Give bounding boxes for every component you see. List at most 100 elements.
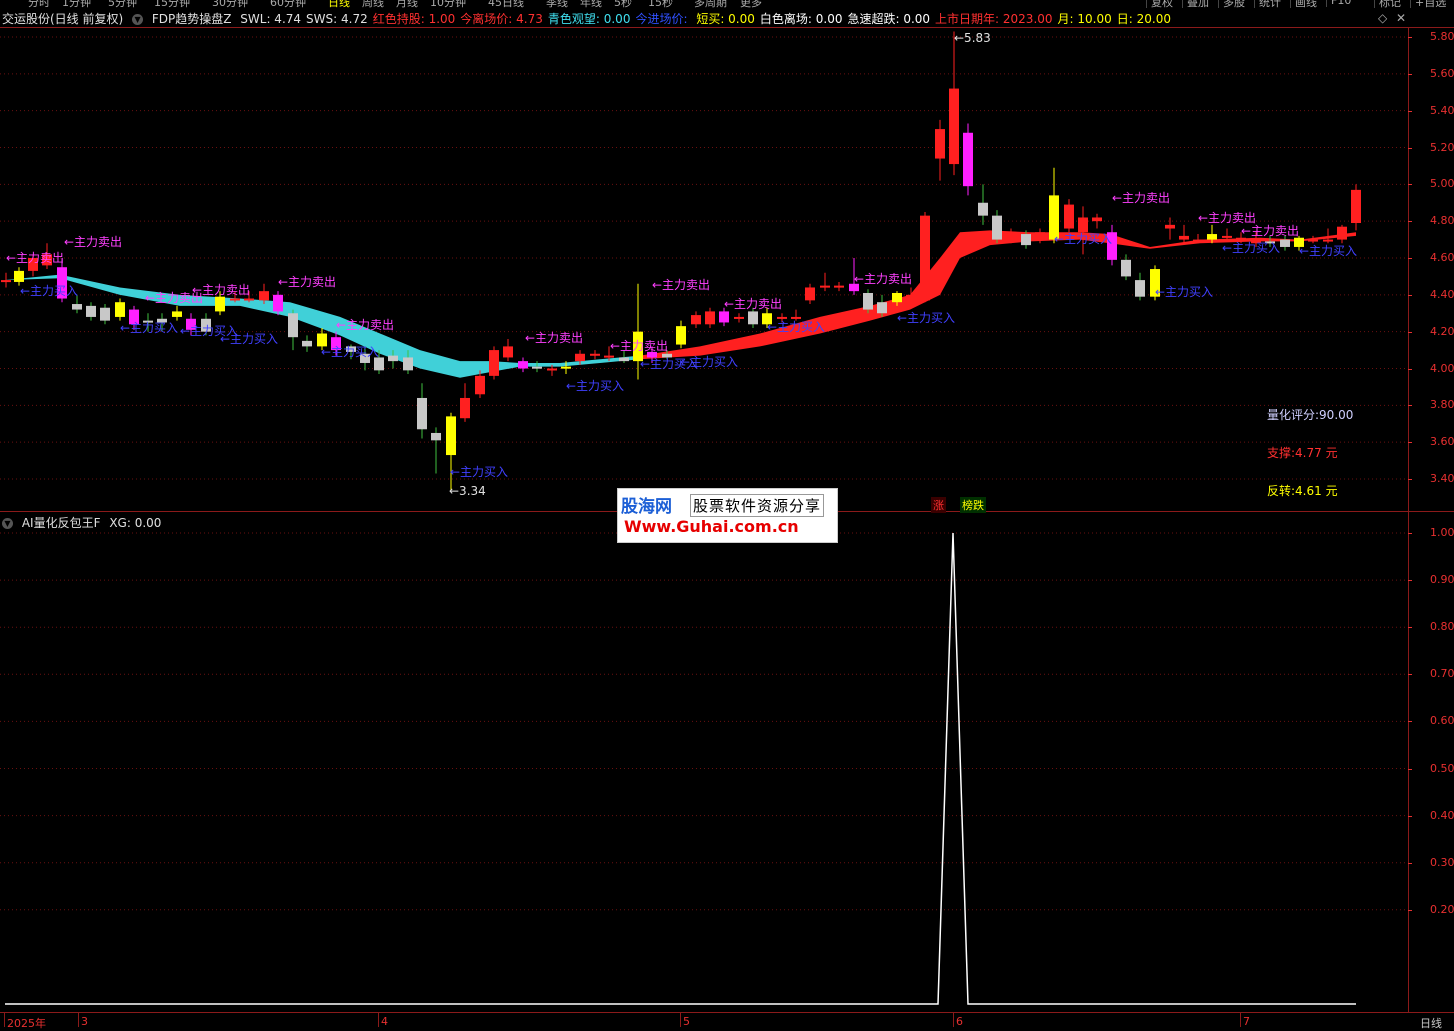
price-tick: 5.40 (1430, 103, 1454, 117)
price-tick: 4.00 (1430, 361, 1454, 375)
price-tick: 4.40 (1430, 287, 1454, 301)
sell-signal-label: ←主力卖出 (525, 331, 583, 345)
candle-body (1308, 239, 1318, 242)
buy-signal-label: ←主力买入 (450, 465, 508, 479)
osc-tick: 0.80 (1430, 620, 1454, 634)
osc-tick-mark (1408, 815, 1412, 817)
price-tick-mark (1408, 368, 1412, 370)
candle-body (460, 397, 470, 419)
candle-body (920, 215, 930, 301)
price-tick: 3.80 (1430, 398, 1454, 412)
candle-body (1179, 235, 1189, 240)
price-tick: 4.20 (1430, 324, 1454, 338)
candle-body (1222, 235, 1232, 238)
price-tick: 3.60 (1430, 435, 1454, 449)
date-tick-mark (1240, 1013, 1241, 1027)
sell-signal-label: ←主力卖出 (336, 318, 394, 332)
candle-body (1, 280, 11, 283)
buy-signal-label: ←主力买入 (566, 379, 624, 393)
candle-body (978, 202, 988, 216)
period-label[interactable]: 日线 (1420, 1015, 1442, 1031)
watermark-name: 股海网 (621, 497, 672, 517)
watermark-url: Www.Guhai.com.cn (624, 517, 799, 536)
candle-body (489, 350, 499, 376)
rank-drop-badge: 榜跌 (960, 497, 986, 513)
candle-body (834, 285, 844, 288)
candle-body (1078, 217, 1088, 233)
candle-body (805, 287, 815, 301)
candle-body (590, 353, 600, 356)
buy-signal-label: ←主力买入 (321, 345, 379, 359)
candle-body (1135, 280, 1145, 297)
sell-signal-label: ←主力卖出 (724, 297, 782, 311)
candle-body (863, 292, 873, 310)
date-tick: 7 (1243, 1015, 1250, 1028)
price-tick-mark (1408, 405, 1412, 407)
buy-signal-label: ←主力买入 (680, 355, 738, 369)
price-tick: 3.40 (1430, 472, 1454, 485)
sell-signal-label: ←主力卖出 (1198, 211, 1256, 225)
buy-signal-label: ←主力买入 (20, 284, 78, 298)
candle-body (503, 346, 513, 358)
candle-body (1035, 232, 1045, 240)
date-tick: 6 (956, 1015, 963, 1028)
candle-body (431, 432, 441, 441)
osc-tick: 0.30 (1430, 855, 1454, 869)
candle-body (935, 129, 945, 159)
candle-body (575, 353, 585, 362)
candle-body (446, 416, 456, 456)
buy-signal-label: ←主力买入 (1054, 232, 1112, 246)
candle-body (1092, 217, 1102, 222)
osc-tick: 0.60 (1430, 714, 1454, 728)
candle-body (748, 311, 758, 325)
buy-signal-label: ←主力买入 (1155, 285, 1213, 299)
sell-signal-label: ←主力卖出 (652, 278, 710, 292)
candle-body (1337, 226, 1347, 240)
osc-tick-mark (1408, 768, 1412, 770)
trend-band-cyan (4, 274, 640, 378)
candle-body (877, 302, 887, 314)
candle-body (619, 357, 629, 362)
candle-body (1207, 234, 1217, 240)
candle-body (1280, 239, 1290, 247)
candle-body (1006, 232, 1016, 240)
candle-body (949, 88, 959, 165)
date-tick: 5 (683, 1015, 690, 1028)
osc-tick-mark (1408, 862, 1412, 864)
candle-body (1121, 259, 1131, 277)
date-tick: 2025年 (7, 1017, 46, 1030)
candle-body (288, 313, 298, 338)
candle-body (1021, 234, 1031, 246)
buy-signal-label: ←主力买入 (767, 320, 825, 334)
sell-signal-label: ←主力卖出 (192, 283, 250, 297)
sell-signal-label: ←主力卖出 (1112, 191, 1170, 205)
candle-body (273, 294, 283, 312)
candle-body (100, 307, 110, 321)
buy-signal-label: ←主力买入 (220, 332, 278, 346)
date-tick-mark (953, 1013, 954, 1027)
candle-body (963, 132, 973, 187)
candle-body (172, 311, 182, 317)
candle-body (547, 368, 557, 371)
candle-body (705, 311, 715, 325)
candle-body (244, 298, 254, 301)
price-tick-mark (1408, 258, 1412, 259)
rise-badge: 涨 (931, 497, 946, 513)
candle-body (1236, 237, 1246, 240)
reverse-price: 反转:4.61 元 (1267, 484, 1338, 498)
candle-body (518, 361, 528, 369)
price-tick-mark (1408, 294, 1412, 296)
candle-body (403, 357, 413, 371)
candle-body (259, 291, 269, 301)
price-tick-mark (1408, 331, 1412, 333)
osc-tick-mark (1408, 627, 1412, 629)
high-price-marker: ←5.83 (954, 31, 991, 45)
osc-tick: 0.20 (1430, 902, 1454, 916)
price-tick-mark (1408, 442, 1412, 444)
price-tick-mark (1408, 110, 1412, 112)
sell-signal-label: ←主力卖出 (854, 272, 912, 286)
candle-body (604, 355, 614, 358)
price-tick-mark (1408, 147, 1412, 149)
price-tick: 4.80 (1430, 214, 1454, 228)
candle-body (691, 315, 701, 325)
